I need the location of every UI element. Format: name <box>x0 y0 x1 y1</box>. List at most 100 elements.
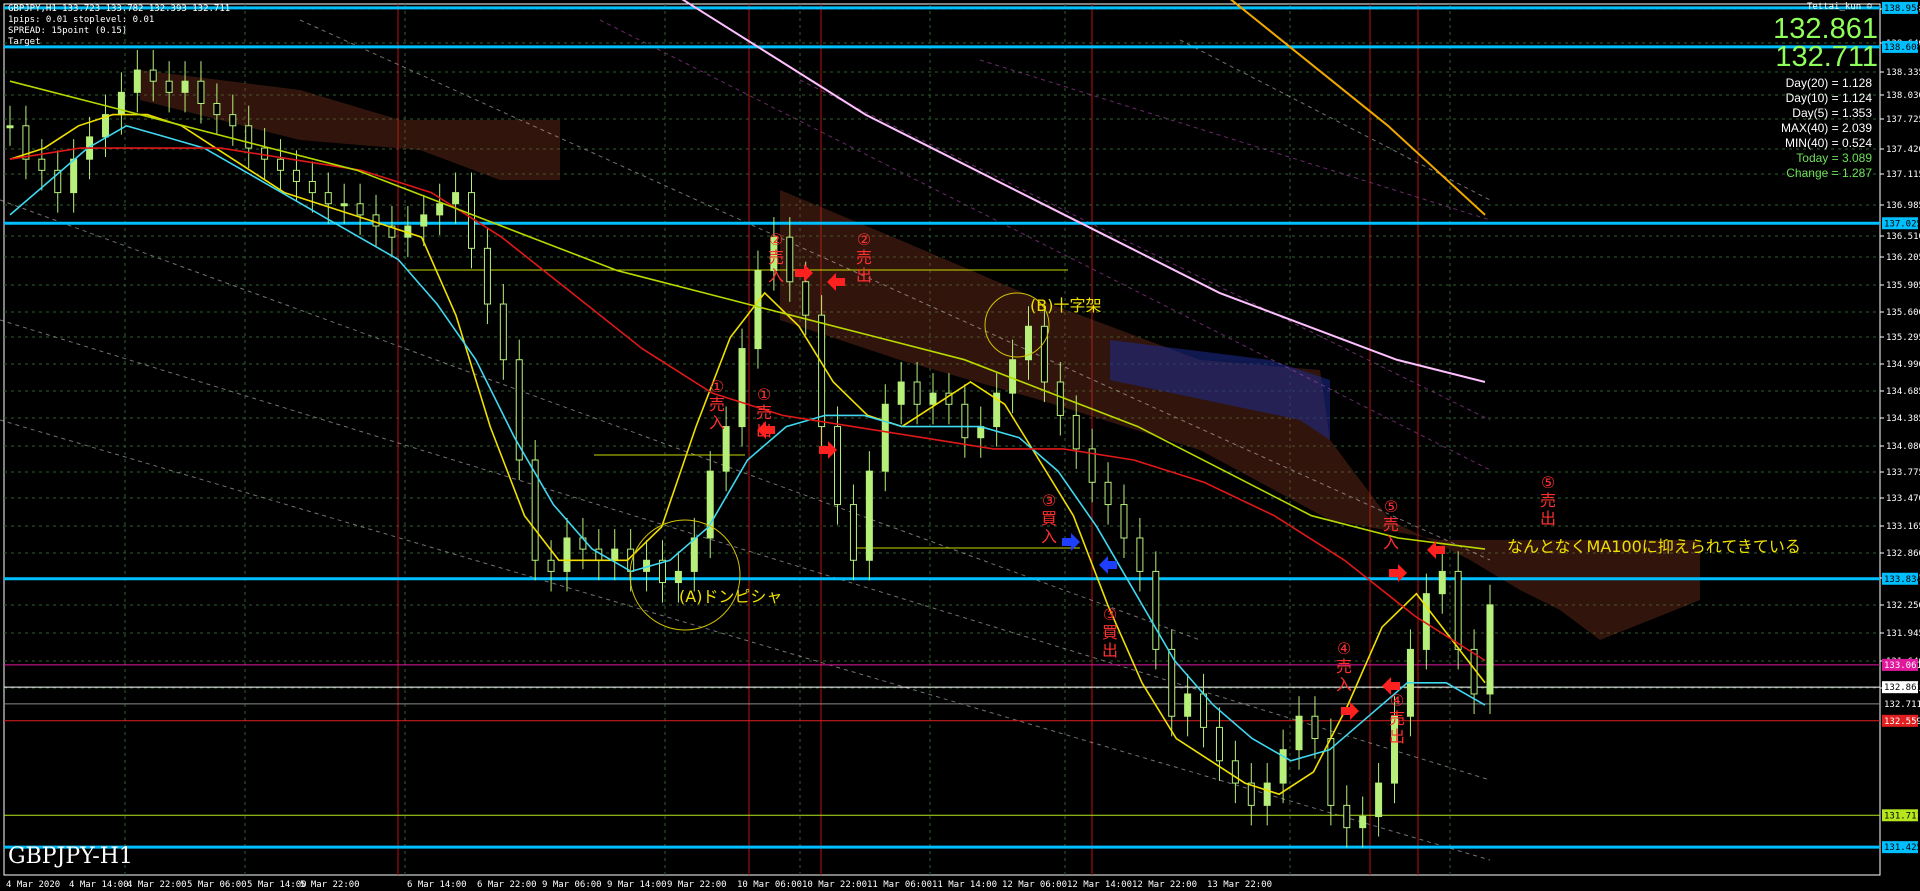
price-tick-label: 136.985 <box>1886 201 1920 211</box>
trade-marker-glyph: ① <box>710 377 724 396</box>
trade-marker-glyph: 出 <box>1102 641 1118 660</box>
annotation-b-label: (B)十字架 <box>1030 296 1101 315</box>
channel-line <box>599 19 1491 471</box>
price-tick-label: 135.295 <box>1886 333 1920 343</box>
candle-body <box>722 426 730 472</box>
candle-body <box>897 381 905 405</box>
candle-body <box>1009 359 1017 394</box>
time-tick-label: 10 Mar 22:00 <box>802 880 867 890</box>
candle-body <box>1486 604 1494 695</box>
stat-max40: MAX(40) = 2.039 <box>1780 121 1872 135</box>
candle-body <box>213 102 221 116</box>
candle-body <box>547 559 555 572</box>
candle-body <box>1231 760 1239 784</box>
candle-body <box>149 69 157 82</box>
candle-body <box>961 403 969 439</box>
price-chart[interactable]: 138.958138.640138.335138.030137.725137.4… <box>0 0 1920 891</box>
candle-body <box>133 69 141 93</box>
candle-body <box>70 158 78 194</box>
chart-area[interactable]: 138.958138.640138.335138.030137.725137.4… <box>0 0 1920 891</box>
price-tick-label: 132.250 <box>1886 601 1920 611</box>
candle-body <box>563 537 571 572</box>
cloud-area <box>780 190 1700 640</box>
candle-body <box>802 281 810 316</box>
trade-marker-glyph: 売 <box>856 248 872 267</box>
candle-body <box>117 91 125 116</box>
bid-price: 132.861 <box>1773 13 1878 45</box>
channel-line <box>979 59 1491 221</box>
trade-marker-glyph: 売 <box>1389 709 1405 728</box>
candle-body <box>913 381 921 405</box>
trade-marker-glyph: ⑤ <box>1384 497 1398 516</box>
trade-marker-glyph: 出 <box>856 266 872 285</box>
candle-body <box>1215 726 1223 762</box>
candle-body <box>356 203 364 216</box>
price-tag-label: 137.025 <box>1884 219 1920 229</box>
candle-body <box>468 192 476 249</box>
owner-label: Tettai_kun ☺ <box>1807 2 1872 12</box>
price-tag-label: 132.559 <box>1884 717 1920 727</box>
trade-marker-glyph: 入 <box>1041 527 1057 546</box>
candle-body <box>340 203 348 207</box>
price-tag-label: 132.861 <box>1884 683 1920 693</box>
trade-marker-glyph: 売 <box>709 395 725 414</box>
smiley-icon: ☺ <box>1866 2 1872 12</box>
price-tick-label: 136.510 <box>1886 232 1920 242</box>
candle-body <box>1359 816 1367 829</box>
candle-body <box>245 125 253 149</box>
candle-body <box>165 80 173 93</box>
price-tick-label: 133.470 <box>1886 494 1920 504</box>
time-tick-label: 12 Mar 22:00 <box>1132 880 1197 890</box>
trade-marker-glyph: 買 <box>1102 623 1118 642</box>
target-info: Target <box>8 37 41 47</box>
candle-body <box>818 314 826 428</box>
price-tick-label: 135.600 <box>1886 308 1920 318</box>
candle-body <box>754 270 762 350</box>
candle-body <box>929 392 937 405</box>
time-tick-label: 9 Mar 06:00 <box>542 880 602 890</box>
time-tick-label: 12 Mar 14:00 <box>1067 880 1132 890</box>
price-tick-label: 137.420 <box>1886 145 1920 155</box>
channel-line <box>0 199 1201 641</box>
price-tick-label: 136.205 <box>1886 253 1920 263</box>
price-tick-label: 134.990 <box>1886 360 1920 370</box>
candle-body <box>483 247 491 305</box>
candle-body <box>1072 414 1080 450</box>
chart-symbol-label: GBPJPY-H1 <box>8 844 133 869</box>
spread-info: SPREAD: 15point (0.15) <box>8 26 128 36</box>
candle-body <box>1104 481 1112 506</box>
trade-marker-glyph: 売 <box>1540 491 1556 510</box>
annotation-ma100-label: なんとなくMA100に抑えられてきている <box>1507 537 1801 556</box>
price-tick-label: 137.725 <box>1886 115 1920 125</box>
trade-marker-glyph: ③ <box>1042 491 1056 510</box>
time-tick-label: 11 Mar 14:00 <box>932 880 997 890</box>
price-tick-label: 137.115 <box>1886 170 1920 180</box>
pips-info: 1pips: 0.01 stoplevel: 0.01 <box>8 15 155 25</box>
time-tick-label: 4 Mar 2020 <box>6 880 60 890</box>
candle-body <box>6 125 14 129</box>
time-tick-label: 11 Mar 06:00 <box>867 880 932 890</box>
stat-day10: Day(10) = 1.124 <box>1785 91 1872 105</box>
candle-body <box>452 192 460 205</box>
candle-body <box>372 214 380 227</box>
candle-body <box>849 504 857 561</box>
price-tag-label: 131.711 <box>1884 811 1920 821</box>
price-tag-label: 132.711 <box>1884 700 1920 710</box>
price-tag-label: 133.834 <box>1884 575 1920 585</box>
symbol-info: GBPJPY,H1 133.723 133.782 132.393 132.71… <box>8 4 231 14</box>
time-tick-label: 5 Mar 06:00 <box>187 880 247 890</box>
time-tick-label: 5 Mar 14:00 <box>247 880 307 890</box>
candle-body <box>674 570 682 584</box>
time-tick-label: 4 Mar 14:00 <box>69 880 129 890</box>
arrow-left-icon <box>1099 556 1117 574</box>
candle-body <box>1136 537 1144 572</box>
candle-body <box>1454 570 1462 650</box>
candle-body <box>977 426 985 439</box>
candle-body <box>1438 570 1446 595</box>
candle-body <box>436 203 444 216</box>
candle-body <box>834 426 842 506</box>
stat-min40: MIN(40) = 0.524 <box>1784 136 1872 150</box>
candle-body <box>531 459 539 561</box>
time-tick-label: 6 Mar 22:00 <box>477 880 537 890</box>
candle-body <box>1343 804 1351 829</box>
